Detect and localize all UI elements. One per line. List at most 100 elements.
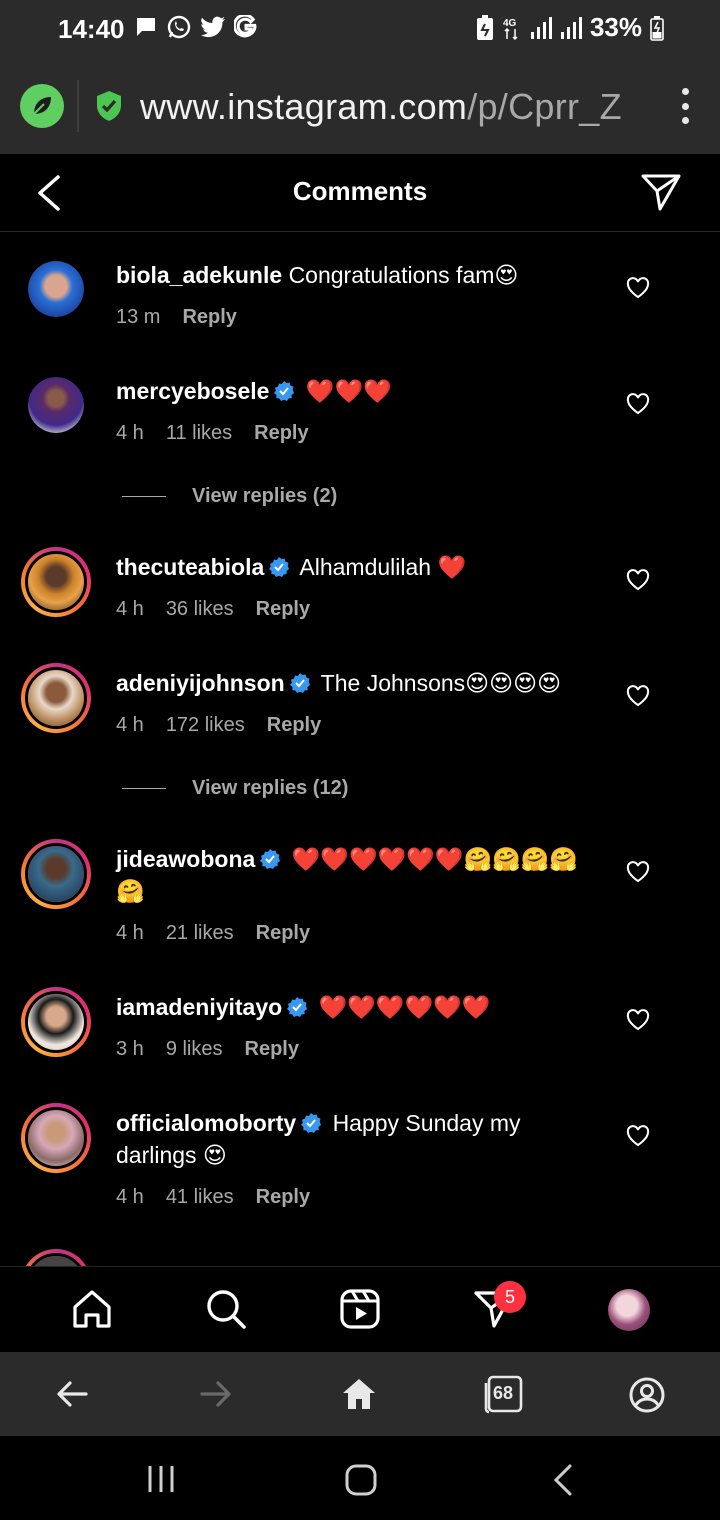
avatar[interactable] [21, 547, 91, 617]
verified-badge-icon [274, 381, 295, 401]
comment-username[interactable]: mercyebosele [116, 378, 269, 404]
battery-charging-icon [650, 15, 664, 41]
reply-button[interactable]: Reply [254, 417, 308, 449]
reply-button[interactable]: Reply [245, 1033, 299, 1065]
more-options-icon[interactable] [680, 88, 690, 124]
avatar[interactable] [21, 663, 91, 733]
svg-text:4G: 4G [503, 18, 517, 29]
comment-username[interactable]: adeniyijohnson [116, 670, 285, 696]
comment-body: jideawobona ❤️❤️❤️❤️❤️❤️🤗🤗🤗🤗🤗 4 h 21 lik… [116, 843, 586, 949]
profile-avatar[interactable] [608, 1289, 650, 1331]
verified-badge-icon [289, 673, 310, 693]
comment-likes[interactable]: 11 likes [166, 417, 232, 449]
back-arrow-icon[interactable] [54, 1376, 90, 1412]
comment-username[interactable]: biola_adekunle [116, 262, 282, 288]
system-navigation-bar [0, 1436, 720, 1520]
comment-body: officialomoborty Happy Sunday my darling… [116, 1107, 556, 1213]
comment-likes[interactable]: 21 likes [166, 917, 234, 949]
comments-header: Comments [0, 154, 720, 232]
like-heart-icon[interactable] [626, 685, 650, 707]
comment-meta: 4 h 36 likes Reply [116, 593, 596, 625]
tabs-button[interactable]: 68 [484, 1374, 524, 1414]
comment-likes[interactable]: 172 likes [166, 709, 245, 741]
comments-list[interactable]: biola_adekunle Congratulations fam😍 13 m… [0, 233, 720, 1266]
browser-bottom-toolbar: 68 [0, 1352, 720, 1436]
url-field[interactable]: www.instagram.com/p/Cprr_Z [140, 86, 622, 128]
like-heart-icon[interactable] [626, 393, 650, 415]
like-heart-icon[interactable] [626, 1125, 650, 1147]
battery-percent: 33% [589, 12, 642, 42]
view-replies-button[interactable]: View replies (12) [122, 777, 348, 800]
twitter-icon [201, 16, 225, 38]
comment-username[interactable]: jideawobona [116, 846, 255, 872]
comment-likes[interactable]: 36 likes [166, 593, 234, 625]
share-send-icon[interactable] [640, 172, 682, 212]
notification-icons [134, 14, 258, 40]
comment-time: 4 h [116, 598, 144, 620]
comment-time: 4 h [116, 422, 144, 444]
view-replies-button[interactable]: View replies (2) [122, 485, 337, 508]
comment-time: 13 m [116, 306, 161, 328]
reply-button[interactable]: Reply [256, 1181, 310, 1213]
comment-text: ❤️❤️❤️ [305, 378, 392, 404]
view-replies-label: View replies (12) [192, 777, 349, 799]
comment-likes[interactable]: 9 likes [166, 1033, 223, 1065]
signal-icon-2 [560, 16, 582, 39]
notification-badge: 5 [494, 1281, 526, 1313]
page-title: Comments [292, 176, 428, 206]
browser-logo-button[interactable] [20, 84, 64, 128]
comment-meta: 13 m Reply [116, 301, 596, 333]
back-button-icon[interactable] [548, 1464, 578, 1496]
reels-icon[interactable] [338, 1287, 382, 1331]
comment-meta: 4 h 11 likes Reply [116, 417, 596, 449]
reply-button[interactable]: Reply [267, 709, 321, 741]
browser-address-bar: www.instagram.com/p/Cprr_Z [0, 58, 720, 154]
verified-badge-icon [269, 557, 290, 577]
comment-username[interactable]: iamadeniyitayo [116, 994, 282, 1020]
tabs-count: 68 [493, 1383, 514, 1403]
avatar[interactable] [28, 261, 84, 317]
instagram-bottom-nav: 5 [0, 1266, 720, 1352]
comment-meta: 4 h 21 likes Reply [116, 917, 586, 949]
recent-apps-icon[interactable] [146, 1464, 176, 1494]
avatar[interactable] [21, 987, 91, 1057]
verified-badge-icon [301, 1113, 322, 1133]
comment-text: ❤️❤️❤️❤️❤️❤️ [318, 994, 491, 1020]
avatar[interactable] [21, 839, 91, 909]
comment-username[interactable]: officialomoborty [116, 1110, 296, 1136]
comment-meta: 4 h 172 likes Reply [116, 709, 616, 741]
like-heart-icon[interactable] [626, 277, 650, 299]
forward-arrow-icon[interactable] [198, 1376, 234, 1412]
url-path: /p/Cprr_Z [467, 86, 622, 127]
like-heart-icon[interactable] [626, 861, 650, 883]
system-icons: 4G 33% [476, 12, 664, 43]
comment-text: The Johnsons😍😍😍😍 [320, 670, 562, 696]
comment-username[interactable]: thecuteabiola [116, 554, 264, 580]
search-icon[interactable] [204, 1287, 248, 1331]
comment-body: thecuteabiola Alhamdulilah ❤️ 4 h 36 lik… [116, 551, 596, 625]
comment-meta: 4 h 41 likes Reply [116, 1181, 556, 1213]
comment-time: 4 h [116, 714, 144, 736]
signal-icon [530, 16, 552, 39]
reply-button[interactable]: Reply [182, 301, 236, 333]
battery-saver-icon [476, 14, 493, 40]
avatar[interactable] [21, 1103, 91, 1173]
like-heart-icon[interactable] [626, 569, 650, 591]
shield-check-icon[interactable] [94, 90, 124, 122]
verified-badge-icon [287, 997, 308, 1017]
google-icon [234, 15, 257, 38]
home-button-icon[interactable] [344, 1464, 378, 1496]
reply-button[interactable]: Reply [256, 917, 310, 949]
home-icon[interactable] [340, 1376, 378, 1412]
comment-meta: 3 h 9 likes Reply [116, 1033, 596, 1065]
avatar[interactable] [28, 377, 84, 433]
status-bar: 14:40 4G 33% [0, 0, 720, 58]
reply-button[interactable]: Reply [256, 593, 310, 625]
message-icon [137, 18, 155, 36]
view-replies-label: View replies (2) [192, 485, 338, 507]
account-icon[interactable] [628, 1376, 666, 1414]
like-heart-icon[interactable] [626, 1009, 650, 1031]
home-icon[interactable] [70, 1287, 114, 1331]
comment-likes[interactable]: 41 likes [166, 1181, 234, 1213]
avatar[interactable] [21, 1249, 91, 1266]
